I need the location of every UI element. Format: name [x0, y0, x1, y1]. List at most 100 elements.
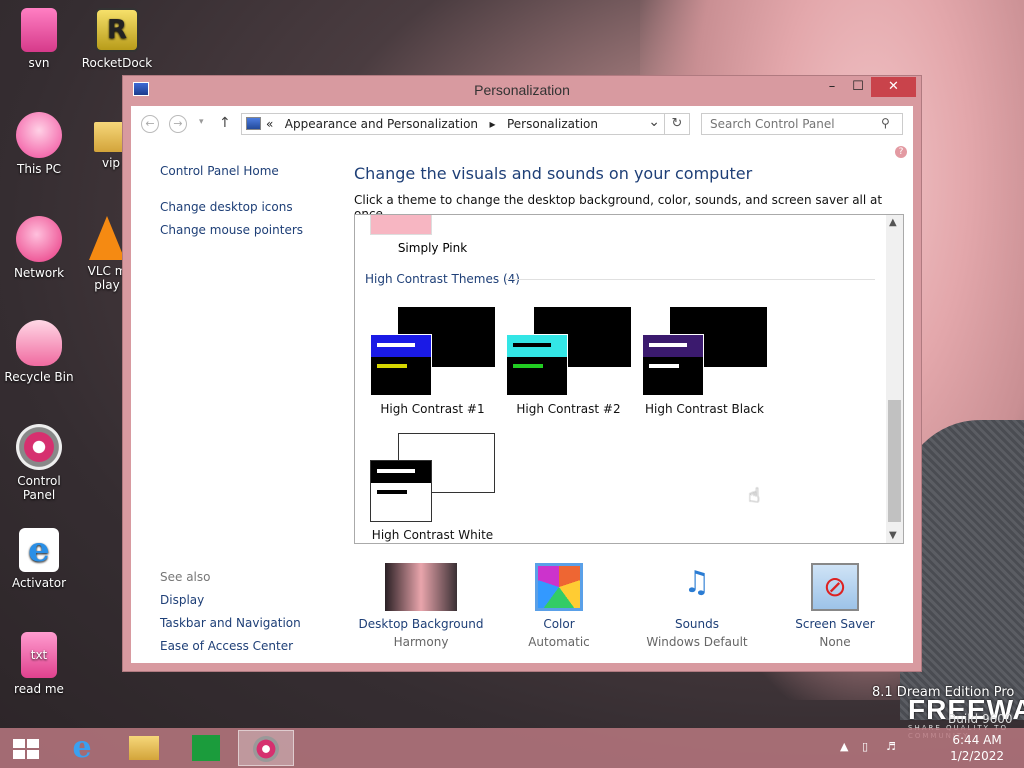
group-divider	[505, 279, 875, 280]
clock-date: 1/2/2022	[950, 749, 1004, 763]
theme-preview-front	[642, 334, 704, 396]
taskbar-internet-explorer[interactable]: e	[54, 730, 110, 766]
desktop-icon-network[interactable]: Network	[0, 216, 78, 280]
taskbar-control-panel[interactable]	[238, 730, 294, 766]
control-panel-icon	[246, 117, 261, 130]
network-status-icon[interactable]: ▯	[862, 740, 868, 753]
display-link[interactable]: Display	[160, 593, 204, 607]
sounds-setting[interactable]: ♫ Sounds Windows Default	[632, 563, 762, 651]
ease-of-access-link[interactable]: Ease of Access Center	[160, 639, 293, 653]
control-panel-home-link[interactable]: Control Panel Home	[160, 164, 279, 178]
desktop-icon-label: Activator	[11, 576, 67, 590]
breadcrumb-appearance[interactable]: Appearance and Personalization	[285, 117, 478, 131]
theme-title-line	[377, 343, 415, 347]
change-mouse-pointers-link[interactable]: Change mouse pointers	[160, 223, 303, 237]
taskbar-file-explorer[interactable]	[116, 730, 172, 766]
title-bar[interactable]: Personalization – ☐ ✕	[123, 76, 921, 104]
address-dropdown-icon[interactable]: ⌄	[648, 114, 660, 130]
breadcrumb-separator[interactable]: ▸	[490, 117, 496, 131]
breadcrumb: « Appearance and Personalization ▸ Perso…	[266, 117, 598, 131]
theme-label: High Contrast #2	[516, 402, 621, 416]
simply-pink-label[interactable]: Simply Pink	[355, 241, 510, 255]
forward-button[interactable]: →	[169, 115, 187, 133]
clock[interactable]: 6:44 AM 1/2/2022	[950, 732, 1004, 764]
setting-value: Windows Default	[646, 635, 748, 649]
help-icon[interactable]: ?	[895, 146, 907, 158]
close-button[interactable]: ✕	[871, 77, 916, 97]
theme-preview-front	[370, 334, 432, 396]
address-bar[interactable]: « Appearance and Personalization ▸ Perso…	[241, 113, 665, 135]
scroll-thumb[interactable]	[888, 400, 901, 522]
volume-icon[interactable]: ♬	[886, 740, 896, 753]
search-icon[interactable]: ⚲	[881, 116, 890, 130]
screen-saver-icon: ⊘	[811, 563, 859, 611]
color-setting[interactable]: Color Automatic	[494, 563, 624, 651]
theme-text-line	[377, 490, 407, 494]
theme-label: High Contrast White	[371, 528, 494, 542]
windows-logo-icon	[13, 739, 39, 759]
theme-preview-front	[506, 334, 568, 396]
recycle-bin-icon	[16, 320, 62, 366]
desktop-icon-activator[interactable]: e Activator	[0, 528, 78, 590]
desktop-icon-read-me[interactable]: txt read me	[0, 632, 78, 696]
setting-title: Desktop Background	[358, 617, 484, 631]
hand-cursor-icon: ☝	[748, 483, 761, 507]
scroll-up-button[interactable]: ▲	[889, 217, 897, 228]
tray-overflow-icon[interactable]: ▲	[840, 740, 848, 753]
setting-title: Screen Saver	[795, 617, 875, 631]
search-input[interactable]	[701, 113, 903, 135]
screen-saver-setting[interactable]: ⊘ Screen Saver None	[770, 563, 900, 651]
theme-list-scrollbar[interactable]: ▲ ▼	[886, 215, 903, 543]
maximize-button[interactable]: ☐	[845, 77, 871, 97]
color-palette-icon	[535, 563, 583, 611]
theme-label: High Contrast Black	[645, 402, 764, 416]
theme-text-line	[513, 364, 543, 368]
breadcrumb-personalization[interactable]: Personalization	[507, 117, 598, 131]
setting-value: Harmony	[393, 635, 449, 649]
theme-title-line	[513, 343, 551, 347]
page-heading: Change the visuals and sounds on your co…	[354, 164, 753, 183]
theme-title-line	[377, 469, 415, 473]
back-button[interactable]: ←	[141, 115, 159, 133]
desktop-icon-label: read me	[14, 682, 64, 696]
taskbar-navigation-link[interactable]: Taskbar and Navigation	[160, 616, 301, 630]
minimize-button[interactable]: –	[819, 77, 845, 97]
control-panel-icon	[16, 424, 62, 470]
change-desktop-icons-link[interactable]: Change desktop icons	[160, 200, 293, 214]
desktop-icon-control-panel[interactable]: Control Panel	[0, 424, 78, 502]
personalization-window: Personalization – ☐ ✕ ← → ▾ ↑ « Appearan…	[122, 75, 922, 672]
desktop-icon-label: This PC	[17, 162, 61, 176]
up-button[interactable]: ↑	[219, 115, 231, 131]
internet-explorer-icon: e	[72, 730, 92, 765]
desktop-background-setting[interactable]: Desktop Background Harmony	[356, 563, 486, 651]
group-heading: High Contrast Themes (4)	[365, 272, 520, 286]
desktop-icon-this-pc[interactable]: This PC	[0, 112, 78, 176]
theme-preview-front	[370, 460, 432, 522]
simply-pink-thumbnail[interactable]	[370, 215, 432, 235]
desktop-background-thumbnail	[385, 563, 457, 611]
control-panel-icon	[253, 736, 279, 762]
recent-pages-dropdown[interactable]: ▾	[199, 117, 204, 127]
desktop-icon-label: RocketDock	[81, 56, 153, 70]
taskbar: e ▲ ▯ ♬ 6:44 AM 1/2/2022	[0, 728, 1024, 768]
breadcrumb-overflow[interactable]: «	[266, 117, 273, 131]
text-file-icon: txt	[21, 632, 57, 678]
desktop-icon-recycle-bin[interactable]: Recycle Bin	[0, 320, 78, 384]
network-icon	[16, 216, 62, 262]
taskbar-store[interactable]	[178, 730, 234, 766]
desktop-icon-label: svn	[28, 56, 50, 70]
theme-label: High Contrast #1	[380, 402, 485, 416]
build-watermark: Build 9600	[948, 712, 1013, 726]
svn-icon	[21, 8, 57, 52]
desktop-icon-svn[interactable]: svn	[0, 8, 78, 70]
start-button[interactable]	[0, 730, 56, 766]
desktop-icon-label: Network	[13, 266, 65, 280]
desktop-icon-label: Recycle Bin	[4, 370, 74, 384]
setting-value: Automatic	[528, 635, 590, 649]
desktop-icon-rocketdock[interactable]: R RocketDock	[78, 8, 156, 70]
refresh-button[interactable]: ↻	[664, 113, 690, 135]
scroll-down-button[interactable]: ▼	[889, 530, 897, 541]
folder-icon	[129, 736, 159, 760]
desktop-icon-label: Control Panel	[17, 474, 61, 502]
theme-text-line	[649, 364, 679, 368]
